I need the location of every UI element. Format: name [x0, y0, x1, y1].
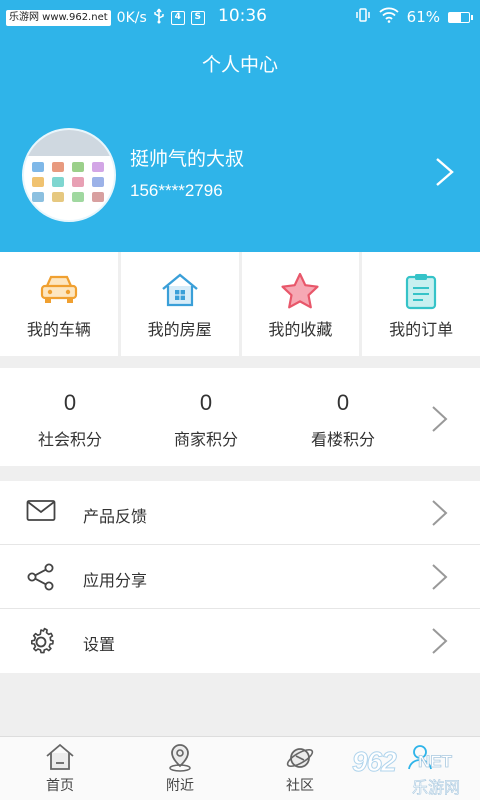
my-favorites-button[interactable]: 我的收藏 [241, 252, 360, 356]
watermark-name: 乐游网 [412, 778, 461, 798]
menu-item-label: 应用分享 [83, 571, 148, 590]
chevron-right-icon [430, 499, 450, 531]
points-panel[interactable]: 0 社会积分 0 商家积分 0 看楼积分 [0, 368, 480, 466]
nav-community[interactable]: 社区 [240, 737, 360, 800]
quick-nav: 我的车辆 我的房屋 我的收藏 我的订单 [0, 252, 480, 356]
nav-label: 社区 [286, 778, 314, 794]
sim-badge-icon: S [190, 11, 205, 25]
gear-icon [26, 627, 56, 661]
location-icon [166, 743, 194, 777]
points-label: 社会积分 [37, 430, 102, 449]
viewing-points: 0 看楼积分 [273, 368, 413, 450]
menu-item-settings[interactable]: 设置 [0, 609, 480, 673]
chevron-right-icon[interactable] [430, 405, 450, 437]
my-vehicles-button[interactable]: 我的车辆 [0, 252, 118, 356]
nav-home[interactable]: 首页 [0, 737, 120, 800]
points-value: 0 [336, 390, 350, 415]
quick-nav-label: 我的收藏 [268, 320, 333, 339]
house-icon [160, 272, 200, 312]
clipboard-icon [403, 272, 439, 314]
settings-menu: 产品反馈 应用分享 设置 [0, 481, 480, 673]
share-icon [26, 563, 56, 595]
site-logo-watermark: 962 NET 乐游网 [348, 746, 476, 798]
my-orders-button[interactable]: 我的订单 [362, 252, 480, 356]
chevron-right-icon [430, 627, 450, 659]
avatar[interactable] [22, 128, 116, 222]
menu-item-share[interactable]: 应用分享 [0, 545, 480, 609]
page-title: 个人中心 [201, 54, 278, 76]
usb-icon [153, 8, 165, 28]
menu-item-feedback[interactable]: 产品反馈 [0, 481, 480, 545]
star-icon [280, 272, 320, 314]
user-phone: 156****2796 [130, 181, 223, 200]
profile-header: 个人中心 挺帅气的大叔 156****2796 [0, 32, 480, 252]
battery-percent: 61% [406, 8, 440, 26]
home-icon [45, 743, 75, 775]
site-watermark: 乐游网 www.962.net [6, 10, 111, 26]
user-name[interactable]: 挺帅气的大叔 [130, 144, 244, 171]
points-label: 看楼积分 [310, 430, 375, 449]
points-label: 商家积分 [173, 430, 238, 449]
social-points: 0 社会积分 [0, 368, 140, 450]
merchant-points: 0 商家积分 [136, 368, 276, 450]
quick-nav-label: 我的车辆 [26, 320, 91, 339]
battery-icon [448, 11, 473, 23]
points-value: 0 [63, 390, 77, 415]
menu-item-label: 产品反馈 [83, 507, 148, 526]
status-right: 61% [355, 7, 473, 27]
sim-card-icon: 4 [170, 11, 185, 25]
my-houses-button[interactable]: 我的房屋 [120, 252, 239, 356]
nav-nearby[interactable]: 附近 [120, 737, 240, 800]
planet-icon [285, 743, 315, 777]
nav-label: 首页 [46, 778, 74, 794]
vibrate-icon [355, 7, 371, 27]
menu-item-label: 设置 [83, 635, 116, 654]
watermark-suffix: NET [418, 752, 453, 772]
quick-nav-label: 我的订单 [389, 320, 454, 339]
mail-icon [26, 499, 56, 527]
network-speed: 0K/s [116, 10, 147, 26]
status-bar: 乐游网 www.962.net 0K/s 4 S 10:36 61% [0, 0, 480, 32]
wifi-icon [379, 7, 399, 27]
clock: 10:36 [218, 6, 267, 26]
watermark-number: 962 [352, 746, 398, 778]
points-value: 0 [199, 390, 213, 415]
chevron-right-icon [430, 563, 450, 595]
car-icon [39, 272, 79, 310]
status-left: 乐游网 www.962.net 0K/s 4 S [6, 8, 205, 28]
quick-nav-label: 我的房屋 [147, 320, 212, 339]
nav-label: 附近 [166, 778, 194, 794]
chevron-right-icon[interactable] [432, 156, 458, 192]
